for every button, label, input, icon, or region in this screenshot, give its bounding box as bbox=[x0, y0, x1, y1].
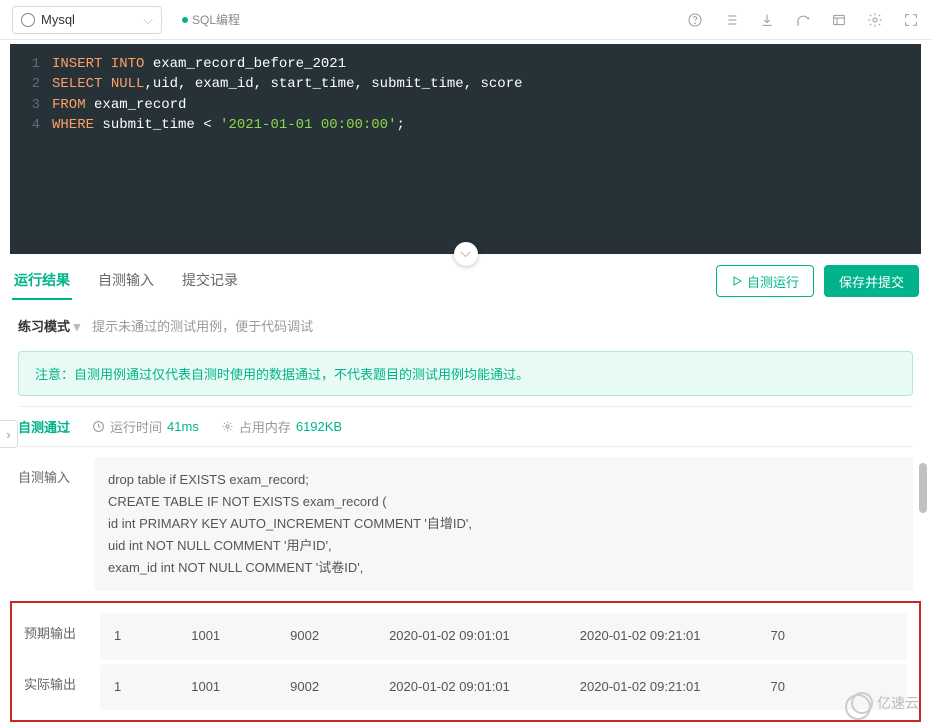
memory-icon bbox=[221, 420, 234, 433]
result-tabs: 运行结果 自测输入 提交记录 bbox=[12, 262, 240, 300]
tab-history[interactable]: 提交记录 bbox=[180, 262, 240, 300]
output-section: 预期输出 1 1001 9002 2020-01-02 09:01:01 2020-01… bbox=[10, 601, 921, 721]
submit-button[interactable]: 保存并提交 bbox=[824, 265, 919, 297]
table-cell: 70 bbox=[771, 676, 785, 698]
database-select[interactable]: Mysql ⌵ bbox=[12, 6, 162, 34]
memory-value: 6192KB bbox=[296, 419, 342, 434]
chevron-down-icon: ⌵ bbox=[143, 12, 153, 28]
table-cell: 1 bbox=[114, 676, 121, 698]
chevron-down-icon: ▾ bbox=[74, 319, 81, 334]
self-input-label: 自测输入 bbox=[18, 457, 78, 591]
status-row: 自测通过 运行时间 41ms 占用内存 6192KB bbox=[18, 406, 913, 447]
status-badge: 自测通过 bbox=[18, 417, 70, 436]
code-line: 2SELECT NULL,uid, exam_id, start_time, s… bbox=[10, 74, 921, 94]
clock-icon bbox=[92, 420, 105, 433]
status-dot-icon bbox=[182, 17, 188, 23]
toolbar-actions bbox=[687, 12, 919, 28]
table-cell: 70 bbox=[771, 625, 785, 647]
expand-sidebar-button[interactable]: › bbox=[0, 420, 18, 448]
runtime-label: 运行时间 bbox=[110, 417, 162, 436]
fullscreen-icon[interactable] bbox=[903, 12, 919, 28]
sql-tag: SQL编程 bbox=[182, 11, 240, 28]
memory-meta: 占用内存 6192KB bbox=[221, 417, 342, 436]
table-cell: 1 bbox=[114, 625, 121, 647]
code-editor[interactable]: 1INSERT INTO exam_record_before_20212SEL… bbox=[10, 44, 921, 254]
runtime-meta: 运行时间 41ms bbox=[92, 417, 199, 436]
mode-row: 练习模式 ▾ 提示未通过的测试用例，便于代码调试 bbox=[0, 308, 931, 343]
self-run-label: 自测运行 bbox=[747, 272, 799, 291]
list-icon[interactable] bbox=[723, 12, 739, 28]
download-icon[interactable] bbox=[759, 12, 775, 28]
tab-selfinput[interactable]: 自测输入 bbox=[96, 262, 156, 300]
table-cell: 9002 bbox=[290, 625, 319, 647]
expected-output-row: 预期输出 1 1001 9002 2020-01-02 09:01:01 2020-01… bbox=[24, 613, 907, 659]
actual-label: 实际输出 bbox=[24, 664, 84, 710]
table-cell: 2020-01-02 09:01:01 bbox=[389, 625, 510, 647]
code-line: 4WHERE submit_time < '2021-01-01 00:00:0… bbox=[10, 115, 921, 135]
gear-icon[interactable] bbox=[867, 12, 883, 28]
expected-body: 1 1001 9002 2020-01-02 09:01:01 2020-01-02 0… bbox=[100, 613, 907, 659]
table-cell: 2020-01-02 09:01:01 bbox=[389, 676, 510, 698]
db-name: Mysql bbox=[41, 12, 75, 27]
code-line: 3FROM exam_record bbox=[10, 95, 921, 115]
expected-label: 预期输出 bbox=[24, 613, 84, 659]
code-line: 1INSERT INTO exam_record_before_2021 bbox=[10, 54, 921, 74]
notice-banner: 注意：自测用例通过仅代表自测时使用的数据通过，不代表题目的测试用例均能通过。 bbox=[18, 351, 913, 396]
table-cell: 1001 bbox=[191, 625, 220, 647]
play-icon bbox=[731, 275, 743, 287]
watermark-text: 亿速云 bbox=[877, 693, 919, 713]
db-icon bbox=[21, 13, 35, 27]
top-toolbar: Mysql ⌵ SQL编程 bbox=[0, 0, 931, 40]
watermark-icon bbox=[851, 692, 873, 714]
refresh-icon[interactable] bbox=[795, 12, 811, 28]
mode-label[interactable]: 练习模式 ▾ bbox=[18, 316, 80, 335]
help-icon[interactable] bbox=[687, 12, 703, 28]
scrollbar[interactable] bbox=[919, 463, 927, 513]
self-input-row: 自测输入 drop table if EXISTS exam_record;CR… bbox=[18, 457, 913, 591]
mode-hint: 提示未通过的测试用例，便于代码调试 bbox=[92, 316, 313, 335]
actual-output-row: 实际输出 1 1001 9002 2020-01-02 09:01:01 2020-01… bbox=[24, 664, 907, 710]
runtime-value: 41ms bbox=[167, 419, 199, 434]
collapse-editor-button[interactable]: ⌵ bbox=[454, 242, 478, 266]
layout-icon[interactable] bbox=[831, 12, 847, 28]
self-input-body: drop table if EXISTS exam_record;CREATE … bbox=[94, 457, 913, 591]
self-run-button[interactable]: 自测运行 bbox=[716, 265, 814, 297]
table-cell: 1001 bbox=[191, 676, 220, 698]
actual-body: 1 1001 9002 2020-01-02 09:01:01 2020-01-02 0… bbox=[100, 664, 907, 710]
table-cell: 9002 bbox=[290, 676, 319, 698]
sql-tag-label: SQL编程 bbox=[192, 11, 240, 28]
tab-result[interactable]: 运行结果 bbox=[12, 262, 72, 300]
watermark: 亿速云 bbox=[851, 692, 919, 714]
table-cell: 2020-01-02 09:21:01 bbox=[580, 676, 701, 698]
memory-label: 占用内存 bbox=[239, 417, 291, 436]
table-cell: 2020-01-02 09:21:01 bbox=[580, 625, 701, 647]
